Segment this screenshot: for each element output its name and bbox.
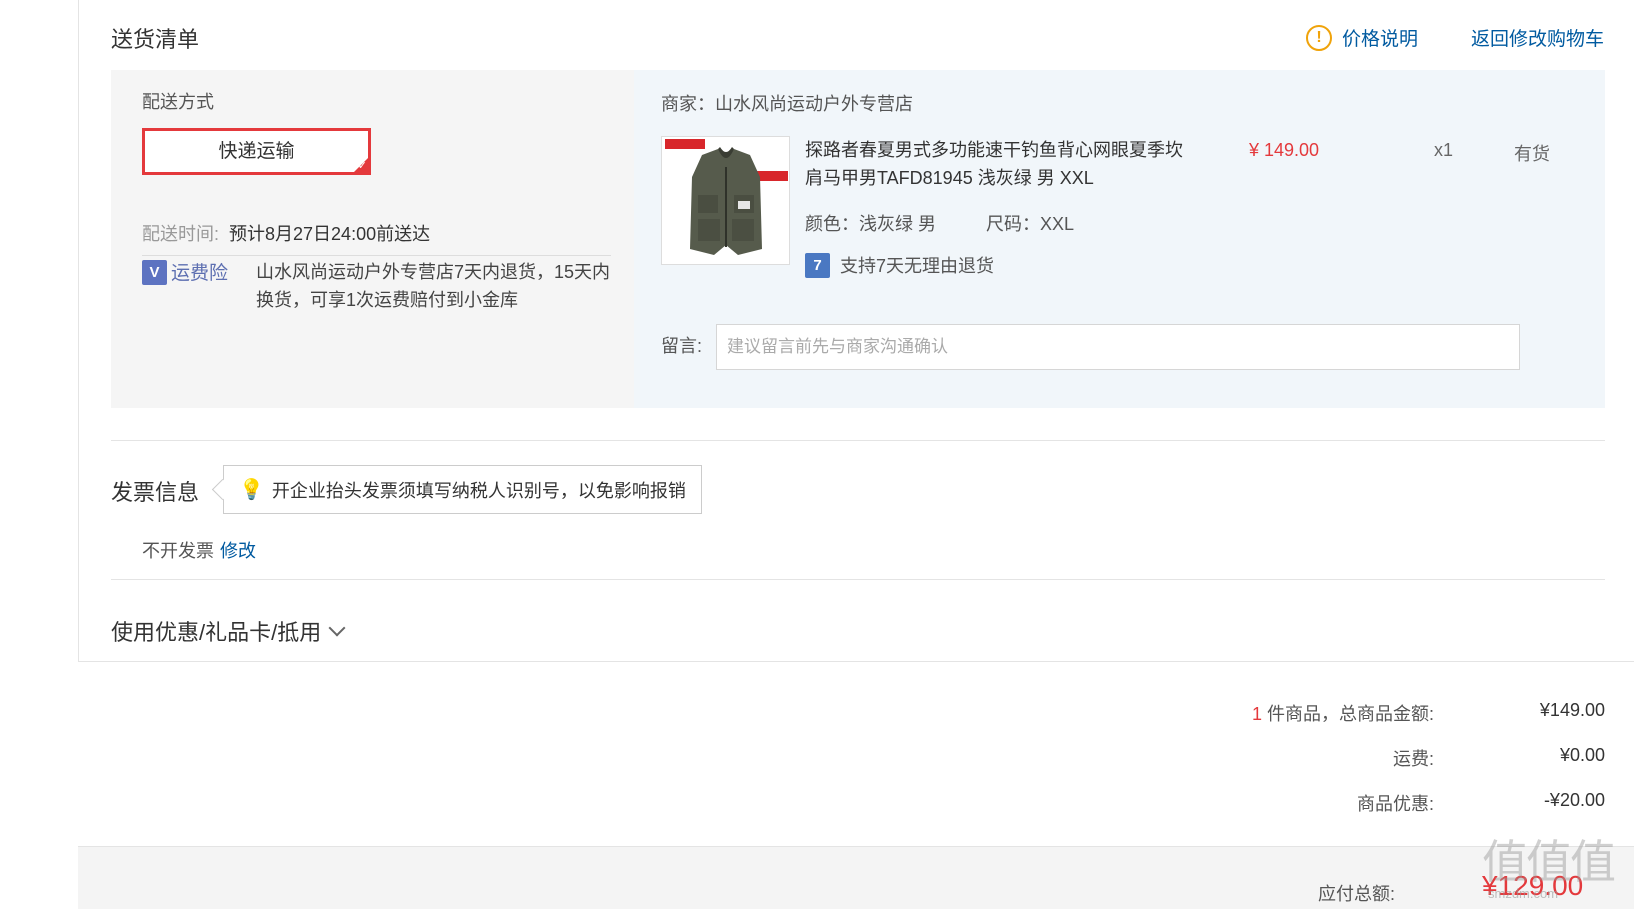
- shipping-fee-row: 运费: ¥0.00: [934, 745, 1634, 771]
- check-icon: ✓: [357, 160, 367, 172]
- seven-day-return-icon: 7: [805, 252, 830, 278]
- return-policy-row: 7 支持7天无理由退货: [805, 252, 994, 278]
- coupon-toggle[interactable]: 使用优惠/礼品卡/抵用: [111, 615, 346, 647]
- back-to-cart-link[interactable]: 返回修改购物车: [1471, 24, 1604, 51]
- goods-total-label: 1 件商品，总商品金额:: [1252, 700, 1434, 726]
- total-payable-label: 应付总额:: [1318, 884, 1396, 904]
- shipping-insurance-badge: V 运费险: [142, 258, 256, 314]
- section-divider: [111, 579, 1605, 580]
- total-bar: [78, 846, 1634, 909]
- goods-total-row: 1 件商品，总商品金额: ¥149.00: [934, 700, 1634, 726]
- invoice-tip-bubble: 💡 开企业抬头发票须填写纳税人识别号，以免影响报销: [223, 465, 702, 514]
- price-note-label: 价格说明: [1342, 29, 1419, 50]
- discount-row: 商品优惠: -¥20.00: [934, 790, 1634, 816]
- product-title[interactable]: 探路者春夏男式多功能速干钓鱼背心网眼夏季坎肩马甲男TAFD81945 浅灰绿 男…: [805, 136, 1195, 192]
- site-watermark: 值值值: [1482, 836, 1616, 888]
- discount-value: -¥20.00: [1543, 790, 1605, 810]
- site-watermark-domain: smzdm.com: [1488, 886, 1559, 901]
- shop-panel: 商家：山水风尚运动户外专营店 探路者春夏男式多功能速干钓鱼背心网眼夏季坎肩马甲男…: [634, 70, 1605, 408]
- warning-icon: !: [1306, 24, 1332, 51]
- message-input[interactable]: [716, 324, 1520, 370]
- product-attributes: 颜色：浅灰绿 男 尺码：XXL: [805, 210, 1074, 236]
- section-divider: [111, 440, 1605, 441]
- express-shipping-label: 快递运输: [218, 141, 295, 162]
- invoice-edit-link[interactable]: 修改: [220, 541, 256, 561]
- discount-label: 商品优惠:: [1356, 794, 1434, 814]
- delivery-time-label: 配送时间:: [142, 224, 220, 244]
- product-price: ¥ 149.00: [1249, 140, 1320, 160]
- price-note-link[interactable]: ! 价格说明: [1306, 24, 1418, 51]
- goods-total-value: ¥149.00: [1539, 700, 1605, 720]
- item-count: 1: [1251, 704, 1262, 724]
- product-size: 尺码：XXL: [986, 214, 1075, 234]
- coupon-label: 使用优惠/礼品卡/抵用: [111, 620, 322, 645]
- invoice-tip-text: 开企业抬头发票须填写纳税人识别号，以免影响报销: [271, 480, 686, 501]
- return-policy-text: 支持7天无理由退货: [840, 256, 995, 276]
- invoice-title: 发票信息: [111, 480, 200, 505]
- shipping-insurance-row: V 运费险 山水风尚运动户外专营店7天内退货，15天内换货，可享1次运费赔付到小…: [142, 258, 616, 314]
- chevron-down-icon: [328, 619, 346, 637]
- merchant-name: 商家：山水风尚运动户外专营店: [661, 94, 913, 114]
- delivery-time-row: 配送时间: 预计8月27日24:00前送达: [142, 220, 430, 246]
- shipping-method-label: 配送方式: [142, 92, 214, 112]
- shipping-insurance-label: 运费险: [171, 263, 229, 284]
- shipping-fee-value: ¥0.00: [1559, 745, 1605, 765]
- lightbulb-icon: 💡: [239, 479, 264, 501]
- goods-total-caption: 件商品，总商品金额:: [1266, 704, 1434, 724]
- shield-icon: V: [142, 260, 167, 285]
- product-image[interactable]: [661, 136, 790, 265]
- product-stock-status: 有货: [1514, 144, 1550, 164]
- express-shipping-option[interactable]: 快递运输 ✓: [142, 128, 371, 175]
- invoice-status: 不开发票: [142, 541, 214, 561]
- shipping-insurance-text: 山水风尚运动户外专营店7天内退货，15天内换货，可享1次运费赔付到小金库: [256, 262, 611, 310]
- message-label: 留言:: [661, 336, 703, 356]
- vest-image: [662, 137, 789, 264]
- delivery-time-value: 预计8月27日24:00前送达: [229, 224, 431, 244]
- delivery-divider: [142, 255, 611, 256]
- product-color: 颜色：浅灰绿 男: [805, 214, 937, 234]
- delivery-panel: 配送方式 快递运输 ✓ 配送时间: 预计8月27日24:00前送达 V 运费险 山…: [111, 70, 634, 408]
- product-quantity: x1: [1434, 140, 1454, 160]
- delivery-list-title: 送货清单: [111, 27, 200, 52]
- invoice-status-row: 不开发票 修改: [142, 537, 256, 563]
- shipping-fee-label: 运费:: [1392, 749, 1434, 769]
